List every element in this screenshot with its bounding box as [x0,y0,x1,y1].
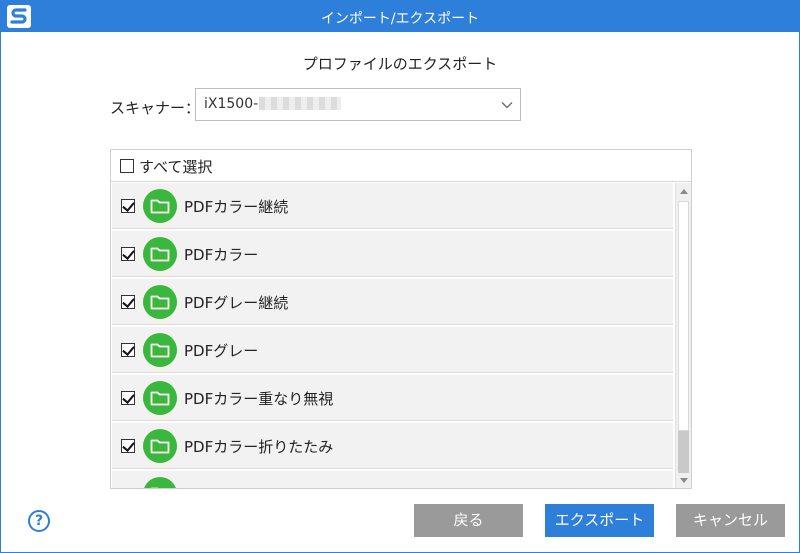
folder-icon [143,333,177,367]
folder-icon [143,477,177,488]
scanner-label: スキャナー： [110,99,201,117]
folder-icon [143,189,177,223]
profile-checkbox[interactable] [121,247,135,261]
profile-name: PDFカラー継続 [184,198,289,216]
export-button[interactable]: エクスポート [545,504,654,537]
folder-icon [143,381,177,415]
cancel-button[interactable]: キャンセル [676,504,785,537]
scanner-dropdown[interactable]: iX1500- [195,88,521,121]
profile-row[interactable]: PDFカラー折りたたみ [112,423,673,469]
profile-rows: PDFカラー継続 PDFカラー PDFグレー継続 PDFグレー PDFカラー重なり無視 P… [111,183,674,488]
page-title: プロファイルのエクスポート [302,55,498,73]
select-all-checkbox[interactable] [120,159,134,173]
list-scrollbar[interactable] [675,183,691,488]
profile-row[interactable]: PDFカラー重なり無視 [112,375,673,421]
profile-name: PDFカラー [184,246,259,264]
window-title: インポート/エクスポート [320,11,480,27]
profile-list: すべて選択 PDFカラー継続 PDFカラー PDFグレー継続 PDFグレー PDFカラー… [110,149,692,489]
select-all-label: すべて選択 [139,158,213,176]
folder-icon [143,285,177,319]
export-dialog: インポート/エクスポート プロファイルのエクスポート スキャナー： iX1500… [0,0,800,553]
folder-icon [143,429,177,463]
profile-name: PDFカラー重なり無視 [184,390,334,408]
scroll-up-icon[interactable] [680,189,688,194]
profile-checkbox[interactable] [121,199,135,213]
scroll-down-icon[interactable] [680,478,688,483]
folder-icon [143,237,177,271]
profile-checkbox[interactable] [121,343,135,357]
title-bar: インポート/エクスポート [1,1,799,32]
help-glyph: ? [34,513,44,529]
profile-name: PDFグレー [184,342,259,360]
profile-row[interactable] [112,471,673,488]
profile-name: PDFグレー継続 [184,294,289,312]
back-button[interactable]: 戻る [414,504,523,537]
select-all-row[interactable]: すべて選択 [111,150,691,182]
profile-checkbox[interactable] [121,439,135,453]
profile-checkbox[interactable] [121,391,135,405]
scroll-track[interactable] [678,201,689,431]
scroll-thumb[interactable] [678,431,689,473]
profile-row[interactable]: PDFカラー [112,231,673,277]
obscured-serial [259,97,342,110]
scanner-value: iX1500- [204,96,259,112]
profile-row[interactable]: PDFグレー継続 [112,279,673,325]
profile-row[interactable]: PDFグレー [112,327,673,373]
chevron-down-icon[interactable] [500,97,514,116]
question-circle-icon[interactable]: ? [28,510,50,532]
profile-name: PDFカラー折りたたみ [184,438,334,456]
profile-checkbox[interactable] [121,295,135,309]
profile-row[interactable]: PDFカラー継続 [112,183,673,229]
